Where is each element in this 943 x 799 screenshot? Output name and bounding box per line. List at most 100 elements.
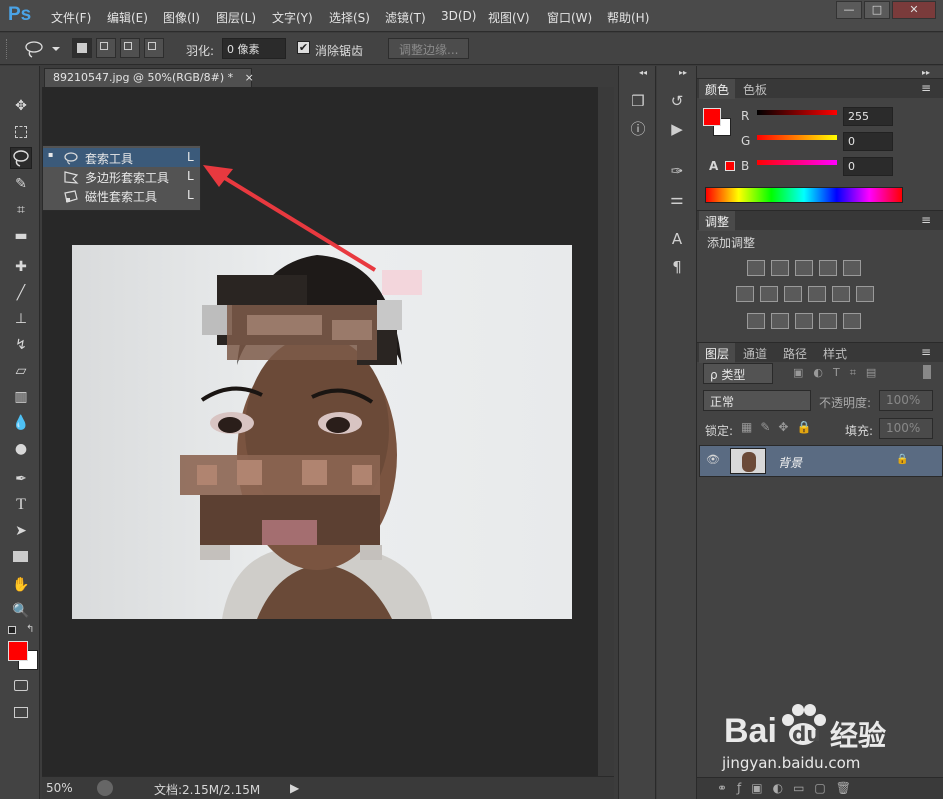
posterize-icon[interactable] bbox=[771, 313, 789, 329]
g-value-input[interactable]: 0 bbox=[843, 132, 893, 151]
clone-stamp-tool-icon[interactable]: ⊥ bbox=[10, 308, 32, 330]
status-menu-arrow[interactable]: ▶ bbox=[290, 781, 299, 795]
threshold-icon[interactable] bbox=[795, 313, 813, 329]
doc-status-icon[interactable] bbox=[97, 780, 113, 796]
brush-tool-icon[interactable]: ╱ bbox=[10, 282, 32, 304]
subtract-selection-icon[interactable] bbox=[120, 38, 140, 58]
minimize-button[interactable]: — bbox=[836, 1, 862, 19]
zoom-tool-icon[interactable]: 🔍 bbox=[10, 600, 32, 622]
collapse-arrow[interactable]: ◂◂ bbox=[639, 68, 647, 77]
tab-swatches[interactable]: 色板 bbox=[737, 79, 773, 99]
character-panel-icon[interactable]: A bbox=[665, 228, 689, 250]
vibrance-icon[interactable] bbox=[843, 260, 861, 276]
paragraph-panel-icon[interactable]: ¶ bbox=[665, 256, 689, 278]
panel-menu-icon[interactable]: ≡ bbox=[921, 345, 931, 359]
color-lookup-icon[interactable] bbox=[856, 286, 874, 302]
magnetic-lasso-tool-item[interactable]: 磁性套索工具 L bbox=[43, 186, 200, 205]
brightness-icon[interactable] bbox=[747, 260, 765, 276]
marquee-tool-icon[interactable] bbox=[10, 121, 32, 143]
maximize-button[interactable]: □ bbox=[864, 1, 890, 19]
vertical-scrollbar[interactable] bbox=[598, 87, 614, 776]
curves-icon[interactable] bbox=[795, 260, 813, 276]
panel-menu-icon[interactable]: ≡ bbox=[921, 213, 931, 227]
tool-preset-picker[interactable] bbox=[22, 39, 62, 59]
menu-view[interactable]: 视图(V) bbox=[488, 9, 530, 26]
dodge-tool-icon[interactable]: ● bbox=[10, 438, 32, 460]
document-tab[interactable]: 89210547.jpg @ 50%(RGB/8#) * × bbox=[44, 68, 254, 87]
brush-panel-icon[interactable]: ✑ bbox=[665, 160, 689, 182]
foreground-color-swatch[interactable] bbox=[8, 641, 28, 661]
hue-saturation-icon[interactable] bbox=[736, 286, 754, 302]
polygonal-lasso-tool-item[interactable]: 多边形套索工具 L bbox=[43, 167, 200, 186]
info-panel-icon[interactable]: ⓘ bbox=[626, 118, 650, 140]
eraser-tool-icon[interactable]: ▱ bbox=[10, 360, 32, 382]
fill-input[interactable]: 100% bbox=[879, 418, 933, 439]
quick-selection-tool-icon[interactable]: ✎ bbox=[10, 173, 32, 195]
menu-type[interactable]: 文字(Y) bbox=[272, 9, 313, 26]
layer-action-icons[interactable]: ⚭ƒ▣◐▭▢🗑 bbox=[717, 781, 861, 795]
color-fg-swatch[interactable] bbox=[703, 108, 721, 126]
gradient-tool-icon[interactable]: ▥ bbox=[10, 386, 32, 408]
menu-layer[interactable]: 图层(L) bbox=[216, 9, 256, 26]
menu-file[interactable]: 文件(F) bbox=[51, 9, 91, 26]
b-value-input[interactable]: 0 bbox=[843, 157, 893, 176]
color-spectrum-bar[interactable] bbox=[705, 187, 903, 203]
menu-filter[interactable]: 滤镜(T) bbox=[385, 9, 426, 26]
layer-filter-select[interactable]: ρ 类型 bbox=[703, 363, 773, 384]
actions-panel-icon[interactable]: ▶ bbox=[665, 118, 689, 140]
photo-filter-icon[interactable] bbox=[808, 286, 826, 302]
intersect-selection-icon[interactable] bbox=[144, 38, 164, 58]
expand-arrow[interactable]: ▸▸ bbox=[679, 68, 687, 77]
antialias-checkbox[interactable]: ✔ bbox=[297, 41, 310, 54]
tab-styles[interactable]: 样式 bbox=[817, 343, 853, 363]
history-panel-icon[interactable]: ↺ bbox=[665, 90, 689, 112]
tab-channels[interactable]: 通道 bbox=[737, 343, 773, 363]
refine-edge-button[interactable]: 调整边缘... bbox=[388, 38, 470, 59]
r-slider[interactable] bbox=[757, 110, 837, 115]
lasso-tool-icon[interactable] bbox=[10, 147, 32, 169]
move-tool-icon[interactable]: ✥ bbox=[10, 95, 32, 117]
blur-tool-icon[interactable]: 💧 bbox=[10, 412, 32, 434]
tab-paths[interactable]: 路径 bbox=[777, 343, 813, 363]
screen-mode-icon[interactable] bbox=[10, 702, 32, 724]
feather-input[interactable]: 0 像素 bbox=[222, 38, 286, 59]
menu-edit[interactable]: 编辑(E) bbox=[107, 9, 148, 26]
layer-row-background[interactable]: 👁 背景 🔒 bbox=[699, 445, 943, 477]
tab-color[interactable]: 颜色 bbox=[699, 79, 736, 99]
menu-image[interactable]: 图像(I) bbox=[163, 9, 200, 26]
dock-collapse-arrow[interactable]: ▸▸ bbox=[922, 68, 930, 77]
layer-filter-icons[interactable]: ▣◐T⌗▤ bbox=[793, 366, 913, 380]
pen-tool-icon[interactable]: ✒ bbox=[10, 468, 32, 490]
black-white-icon[interactable] bbox=[784, 286, 802, 302]
tab-adjustments[interactable]: 调整 bbox=[699, 211, 736, 231]
gradient-map-icon[interactable] bbox=[843, 313, 861, 329]
path-selection-tool-icon[interactable]: ➤ bbox=[10, 520, 32, 542]
exposure-icon[interactable] bbox=[819, 260, 837, 276]
lock-icons[interactable]: ▦✎✥🔒 bbox=[741, 420, 821, 434]
crop-tool-icon[interactable]: ⌗ bbox=[10, 199, 32, 221]
default-colors-icon[interactable] bbox=[8, 626, 16, 634]
add-selection-icon[interactable] bbox=[96, 38, 116, 58]
history-brush-tool-icon[interactable]: ↯ bbox=[10, 334, 32, 356]
levels-icon[interactable] bbox=[771, 260, 789, 276]
swap-colors-icon[interactable]: ↰ bbox=[26, 624, 34, 635]
options-grip[interactable] bbox=[6, 39, 9, 59]
type-tool-icon[interactable]: T bbox=[10, 494, 32, 516]
filter-toggle[interactable] bbox=[923, 365, 931, 379]
lasso-tool-item[interactable]: ▪ 套索工具 L bbox=[43, 148, 200, 167]
menu-window[interactable]: 窗口(W) bbox=[547, 9, 592, 26]
zoom-level[interactable]: 50% bbox=[46, 781, 73, 795]
hand-tool-icon[interactable]: ✋ bbox=[10, 574, 32, 596]
eye-icon[interactable]: 👁 bbox=[706, 453, 720, 466]
close-tab-icon[interactable]: × bbox=[245, 71, 254, 84]
channel-mixer-icon[interactable] bbox=[832, 286, 850, 302]
healing-brush-tool-icon[interactable]: ✚ bbox=[10, 256, 32, 278]
panel-menu-icon[interactable]: ≡ bbox=[921, 81, 931, 95]
opacity-input[interactable]: 100% bbox=[879, 390, 933, 411]
b-slider[interactable] bbox=[757, 160, 837, 165]
color-balance-icon[interactable] bbox=[760, 286, 778, 302]
tab-layers[interactable]: 图层 bbox=[699, 343, 736, 363]
invert-icon[interactable] bbox=[747, 313, 765, 329]
menu-help[interactable]: 帮助(H) bbox=[607, 9, 649, 26]
r-value-input[interactable]: 255 bbox=[843, 107, 893, 126]
